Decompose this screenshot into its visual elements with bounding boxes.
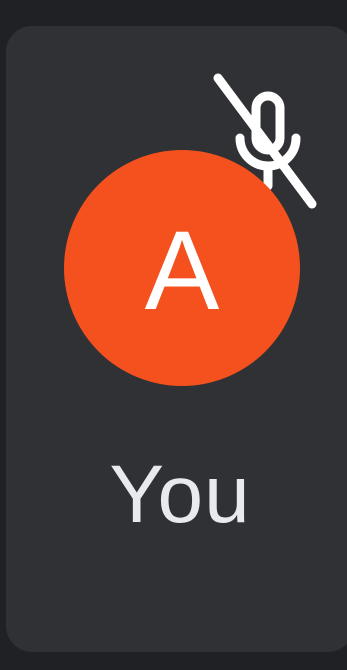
avatar: A [64,150,300,386]
participant-name: You [109,449,251,540]
avatar-initial: A [144,208,220,333]
participant-tile[interactable]: A You [6,26,347,652]
